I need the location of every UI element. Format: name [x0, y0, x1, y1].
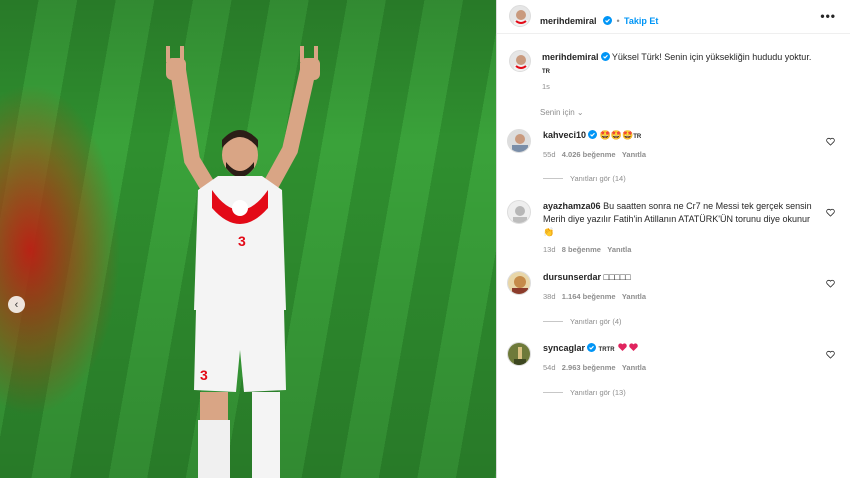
more-options-icon[interactable]: •••: [820, 9, 836, 23]
comment-tag: TRTR: [598, 347, 615, 353]
heart-icon[interactable]: [826, 137, 835, 146]
view-replies-button[interactable]: Yanıtları gör (14): [543, 174, 626, 183]
verified-badge-icon: [587, 343, 597, 352]
comment-item: ayazhamza06 Bu saatten sonra ne Cr7 ne M…: [505, 200, 835, 260]
view-replies-button[interactable]: Yanıtları gör (13): [543, 388, 626, 397]
comment-tag: TR: [633, 134, 642, 140]
verified-badge-icon: [588, 130, 598, 139]
chevron-down-icon: ⌄: [576, 108, 584, 117]
player-figure: 3 3: [166, 46, 320, 478]
replies-line: [543, 392, 563, 393]
comment-item: kahveci10 🤩🤩🤩TR 55d 4.026 beğenme Yanıtl…: [505, 129, 835, 189]
previous-image-button[interactable]: ‹: [8, 296, 25, 313]
comment-body: dursunserdar □□□□□: [543, 271, 813, 284]
comment-time: 54d: [543, 363, 556, 372]
svg-text:3: 3: [200, 367, 208, 383]
follow-button[interactable]: Takip Et: [624, 16, 658, 26]
replies-line: [543, 178, 563, 179]
comment-meta: 55d 4.026 beğenme Yanıtla: [543, 150, 646, 159]
post-header: merihdemiral • Takip Et •••: [497, 0, 850, 34]
post-image: 3 3 ‹: [0, 0, 496, 478]
reply-button[interactable]: Yanıtla: [607, 245, 631, 254]
comment-body: ayazhamza06 Bu saatten sonra ne Cr7 ne M…: [543, 200, 813, 239]
comment-body: syncaglar TRTR: [543, 342, 813, 357]
heart-icon[interactable]: [826, 279, 835, 288]
commenter-avatar[interactable]: [507, 200, 531, 224]
comment-meta: 54d 2.963 beğenme Yanıtla: [543, 363, 646, 372]
view-replies-button[interactable]: Yanıtları gör (4): [543, 317, 622, 326]
comment-likes[interactable]: 1.164 beğenme: [562, 292, 616, 301]
commenter-avatar[interactable]: [507, 129, 531, 153]
comment-username[interactable]: syncaglar: [543, 343, 585, 353]
sort-label: Senin için: [540, 108, 575, 117]
red-heart-icon: [618, 343, 627, 351]
caption-text: Yüksel Türk! Senin için yüksekliğin hudu…: [611, 52, 812, 62]
caption-username[interactable]: merihdemiral: [542, 52, 599, 62]
comment-username[interactable]: ayazhamza06: [543, 201, 601, 211]
header-separator: •: [616, 16, 620, 26]
replies-label: Yanıtları gör (14): [570, 174, 626, 183]
comment-item: dursunserdar □□□□□ 38d 1.164 beğenme Yan…: [505, 271, 835, 331]
comment-time: 55d: [543, 150, 556, 159]
post-caption: merihdemiral Yüksel Türk! Senin için yük…: [542, 51, 812, 79]
comment-time: 38d: [543, 292, 556, 301]
comment-meta: 13d 8 beğenme Yanıtla: [543, 245, 631, 254]
reply-button[interactable]: Yanıtla: [622, 363, 646, 372]
heart-icon[interactable]: [826, 208, 835, 217]
verified-badge-icon: [600, 52, 610, 61]
post-details-panel: merihdemiral • Takip Et ••• merihdemiral…: [497, 0, 850, 478]
comment-item: syncaglar TRTR 54d 2.963 beğenme Yanıtla…: [505, 342, 835, 402]
verified-badge-icon: [602, 16, 612, 25]
comment-likes[interactable]: 2.963 beğenme: [562, 363, 616, 372]
chevron-left-icon: ‹: [14, 298, 19, 311]
comment-username[interactable]: dursunserdar: [543, 272, 601, 282]
comment-sort-dropdown[interactable]: Senin için ⌄: [540, 108, 584, 117]
replies-label: Yanıtları gör (13): [570, 388, 626, 397]
comment-text: □□□□□: [603, 272, 631, 282]
comment-username[interactable]: kahveci10: [543, 130, 586, 140]
reply-button[interactable]: Yanıtla: [622, 292, 646, 301]
caption-tag: TR: [542, 69, 550, 75]
post-time: 1s: [542, 82, 550, 91]
commenter-avatar[interactable]: [507, 271, 531, 295]
author-avatar[interactable]: [509, 5, 531, 27]
author-username[interactable]: merihdemiral: [540, 16, 597, 26]
comment-time: 13d: [543, 245, 556, 254]
red-heart-icon: [629, 343, 638, 351]
comment-body: kahveci10 🤩🤩🤩TR: [543, 129, 813, 144]
replies-label: Yanıtları gör (4): [570, 317, 622, 326]
comment-meta: 38d 1.164 beğenme Yanıtla: [543, 292, 646, 301]
comment-likes[interactable]: 8 beğenme: [562, 245, 601, 254]
caption-avatar[interactable]: [509, 50, 531, 72]
comment-text: 🤩🤩🤩: [599, 130, 634, 140]
replies-line: [543, 321, 563, 322]
heart-icon[interactable]: [826, 350, 835, 359]
reply-button[interactable]: Yanıtla: [622, 150, 646, 159]
commenter-avatar[interactable]: [507, 342, 531, 366]
comment-likes[interactable]: 4.026 beğenme: [562, 150, 616, 159]
svg-text:3: 3: [238, 233, 246, 249]
